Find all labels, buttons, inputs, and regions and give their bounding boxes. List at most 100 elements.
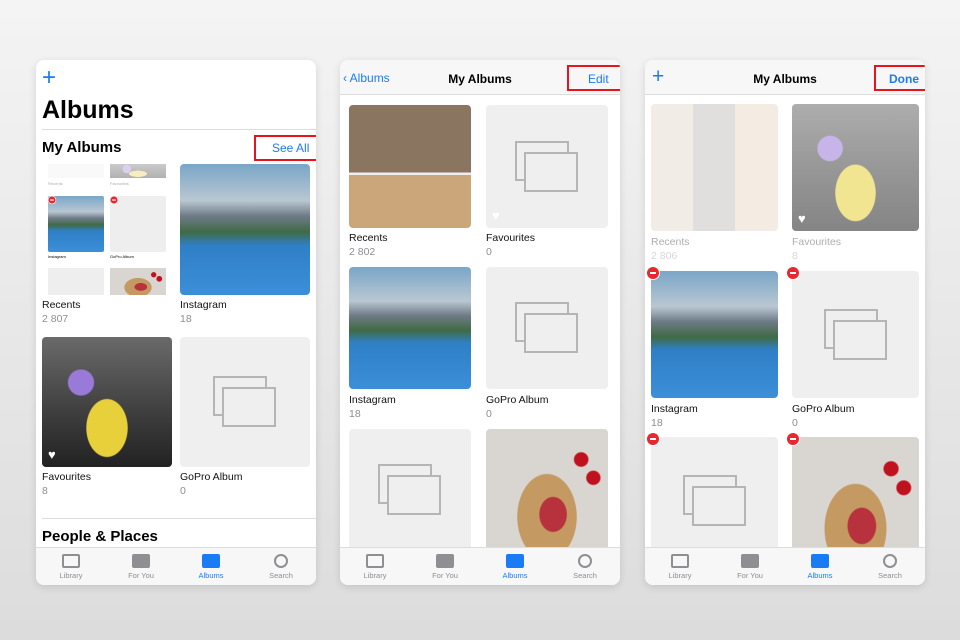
tab-albums[interactable]: Albums — [480, 548, 550, 585]
album-name: Favourites — [486, 232, 536, 244]
album-count: 8 — [42, 485, 48, 497]
for-you-icon — [132, 553, 150, 568]
for-you-icon — [741, 553, 759, 568]
search-icon — [578, 553, 592, 568]
tab-albums[interactable]: Albums — [176, 548, 246, 585]
mini-label: GoPro Album — [110, 254, 134, 259]
tab-for-you[interactable]: For You — [410, 548, 480, 585]
tab-library[interactable]: Library — [645, 548, 715, 585]
album-thumbnail-recents — [651, 104, 778, 231]
delete-album-button[interactable] — [786, 266, 800, 280]
mini-label: Recents — [48, 181, 63, 186]
album-name: GoPro Album — [180, 471, 243, 483]
album-thumbnail-empty[interactable] — [349, 429, 471, 551]
section-title-my-albums: My Albums — [42, 139, 122, 156]
delete-album-button[interactable] — [646, 266, 660, 280]
divider — [42, 129, 316, 130]
tab-search[interactable]: Search — [855, 548, 925, 585]
tab-label: Library — [59, 570, 83, 580]
albums-icon — [506, 553, 524, 568]
tab-label: For You — [737, 570, 763, 580]
tab-label: Library — [668, 570, 692, 580]
photo-icon — [366, 553, 384, 568]
add-album-button[interactable]: + — [42, 64, 56, 92]
album-count: 18 — [180, 313, 192, 325]
album-thumbnail-recents[interactable] — [349, 105, 471, 228]
album-thumbnail-instagram[interactable] — [651, 271, 778, 398]
albums-icon — [811, 553, 829, 568]
album-name: GoPro Album — [486, 394, 549, 406]
album-name: Instagram — [349, 394, 396, 406]
tab-library[interactable]: Library — [340, 548, 410, 585]
section-title-people-places: People & Places — [42, 528, 158, 545]
album-thumbnail-recents[interactable]: Recents Favourites Instagram GoPro Album — [42, 164, 172, 295]
album-count: 0 — [486, 246, 492, 258]
album-name: Instagram — [651, 403, 698, 415]
tab-label: Albums — [502, 570, 528, 580]
phone-my-albums-edit-screen: + My Albums Done ♥ Recents 2 806 Favouri… — [645, 60, 925, 585]
phone-albums-screen: + Albums My Albums See All Recents Favou… — [36, 60, 316, 585]
highlight-box — [874, 65, 925, 91]
album-thumbnail-gopro[interactable] — [486, 267, 608, 389]
tab-label: Library — [363, 570, 387, 580]
album-count: 18 — [349, 408, 361, 420]
delete-album-button[interactable] — [646, 432, 660, 446]
tab-label: For You — [432, 570, 458, 580]
tab-library[interactable]: Library — [36, 548, 106, 585]
tab-label: Search — [573, 570, 597, 580]
albums-icon — [202, 553, 220, 568]
heart-icon: ♥ — [798, 211, 806, 226]
tab-search[interactable]: Search — [246, 548, 316, 585]
album-thumbnail-favourites[interactable]: ♥ — [486, 105, 608, 228]
album-thumbnail-favourites[interactable]: ♥ — [42, 337, 172, 467]
album-name: Recents — [42, 299, 81, 311]
page-title: Albums — [42, 96, 134, 124]
tab-label: Search — [269, 570, 293, 580]
mini-label: Instagram — [48, 254, 66, 259]
mini-label: Favourites — [110, 181, 129, 186]
tab-for-you[interactable]: For You — [106, 548, 176, 585]
search-icon — [274, 553, 288, 568]
tab-search[interactable]: Search — [550, 548, 620, 585]
album-name: Favourites — [792, 236, 842, 248]
album-thumbnail-food[interactable] — [486, 429, 608, 551]
album-name: GoPro Album — [792, 403, 855, 415]
album-thumbnail-gopro[interactable] — [792, 271, 919, 398]
tab-albums[interactable]: Albums — [785, 548, 855, 585]
album-count: 0 — [180, 485, 186, 497]
photo-icon — [671, 553, 689, 568]
empty-album-icon — [515, 140, 579, 193]
empty-album-icon — [682, 474, 747, 527]
album-count: 0 — [792, 417, 798, 429]
empty-album-icon — [515, 302, 579, 354]
album-thumbnail-empty[interactable] — [651, 437, 778, 564]
album-name: Recents — [349, 232, 388, 244]
empty-album-icon — [213, 376, 277, 428]
tab-bar: Library For You Albums Search — [36, 547, 316, 585]
album-thumbnail-instagram[interactable] — [180, 164, 310, 295]
album-thumbnail-instagram[interactable] — [349, 267, 471, 389]
search-icon — [883, 553, 897, 568]
photo-icon — [62, 553, 80, 568]
divider — [42, 518, 316, 519]
heart-icon: ♥ — [48, 447, 56, 462]
phone-my-albums-screen: ‹ Albums My Albums Edit ♥ Recents 2 802 … — [340, 60, 620, 585]
album-thumbnail-gopro[interactable] — [180, 337, 310, 467]
delete-album-button[interactable] — [786, 432, 800, 446]
album-count: 2 806 — [651, 250, 678, 262]
highlight-box — [254, 135, 316, 161]
tab-for-you[interactable]: For You — [715, 548, 785, 585]
tab-bar: Library For You Albums Search — [645, 547, 925, 585]
tab-label: Albums — [198, 570, 224, 580]
tab-label: For You — [128, 570, 154, 580]
album-thumbnail-food[interactable] — [792, 437, 919, 564]
album-name: Favourites — [42, 471, 92, 483]
tab-label: Albums — [807, 570, 833, 580]
heart-icon: ♥ — [492, 208, 500, 223]
album-count: 18 — [651, 417, 663, 429]
album-count: 8 — [792, 250, 798, 262]
album-count: 2 802 — [349, 246, 376, 258]
for-you-icon — [436, 553, 454, 568]
empty-album-icon — [378, 464, 442, 516]
empty-album-icon — [823, 308, 888, 361]
